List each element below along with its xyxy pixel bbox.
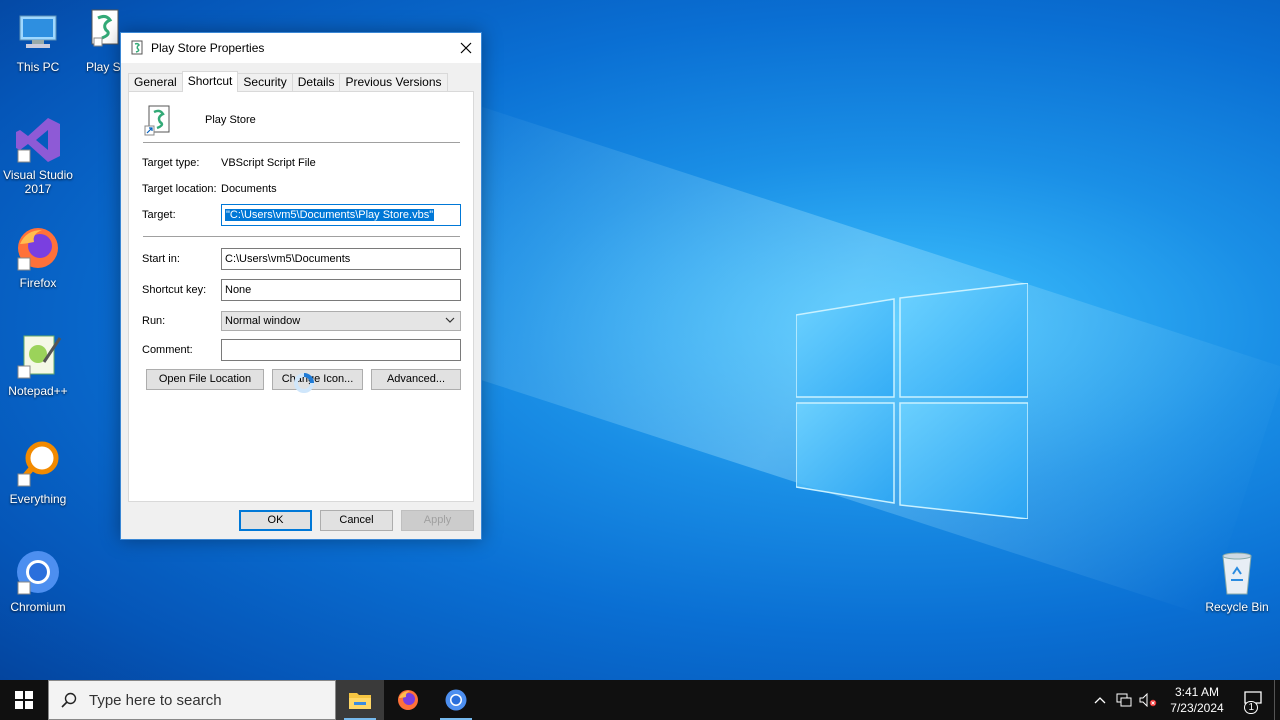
shortcut-key-field[interactable]: None	[221, 279, 461, 301]
desktop-icon-firefox[interactable]: Firefox	[0, 224, 76, 290]
dialog-title: Play Store Properties	[151, 41, 265, 55]
close-button[interactable]	[451, 33, 481, 63]
windows-start-icon	[15, 691, 33, 709]
clock-date: 7/23/2024	[1170, 701, 1224, 715]
start-in-label: Start in:	[142, 253, 180, 265]
target-field[interactable]: "C:\Users\vm5\Documents\Play Store.vbs"	[221, 204, 461, 226]
show-desktop-button[interactable]	[1274, 680, 1280, 720]
properties-dialog: Play Store Properties General Shortcut S…	[120, 32, 482, 540]
chevron-up-icon	[1094, 697, 1106, 704]
divider	[143, 236, 460, 237]
tab-general[interactable]: General	[128, 73, 183, 91]
tab-security[interactable]: Security	[237, 73, 293, 91]
firefox-icon	[398, 690, 418, 710]
taskbar-firefox[interactable]	[384, 680, 432, 720]
cancel-button[interactable]: Cancel	[320, 510, 393, 531]
run-label: Run:	[142, 315, 166, 327]
file-name: Play Store	[205, 114, 256, 126]
tab-details[interactable]: Details	[291, 73, 341, 91]
vbscript-file-icon	[131, 40, 143, 55]
target-label: Target:	[142, 209, 176, 221]
desktop-icon-chromium[interactable]: Chromium	[0, 548, 76, 614]
firefox-icon	[14, 224, 62, 272]
target-type-value: VBScript Script File	[221, 157, 316, 169]
desktop-icon-visual-studio[interactable]: Visual Studio 2017	[0, 116, 76, 196]
search-icon	[61, 692, 77, 708]
everything-search-icon	[14, 440, 62, 488]
open-file-location-button[interactable]: Open File Location	[146, 369, 264, 390]
comment-label: Comment:	[142, 344, 193, 356]
dialog-titlebar[interactable]: Play Store Properties	[121, 33, 481, 63]
recycle-bin-icon	[1213, 548, 1261, 596]
action-center-button[interactable]: 1	[1234, 680, 1274, 720]
visual-studio-icon	[14, 116, 62, 164]
shortcut-panel: Play Store Target type: VBScript Script …	[128, 91, 474, 502]
volume-tray-button[interactable]	[1136, 680, 1160, 720]
taskbar-search-box[interactable]: Type here to search	[48, 680, 336, 720]
taskbar: Type here to search 3:41 AM 7/23/2024 1	[0, 680, 1280, 720]
apply-button[interactable]: Apply	[401, 510, 474, 531]
comment-field[interactable]	[221, 339, 461, 361]
target-location-label: Target location:	[142, 183, 217, 195]
desktop-icon-notepadpp[interactable]: Notepad++	[0, 332, 76, 398]
windows-logo-wallpaper	[796, 283, 1028, 519]
network-icon	[1116, 693, 1132, 707]
desktop-icon-label: Everything	[9, 492, 67, 506]
shortcut-key-label: Shortcut key:	[142, 284, 207, 296]
file-type-icon	[143, 104, 175, 136]
desktop-icon-recycle-bin[interactable]: Recycle Bin	[1198, 548, 1276, 614]
show-hidden-icons-button[interactable]	[1088, 680, 1112, 720]
notification-count: 1	[1244, 701, 1258, 714]
busy-cursor-icon	[294, 373, 314, 393]
desktop-icon-label: Recycle Bin	[1205, 600, 1269, 614]
advanced-button[interactable]: Advanced...	[371, 369, 461, 390]
system-tray: 3:41 AM 7/23/2024 1	[1088, 680, 1280, 720]
run-select[interactable]: Normal window	[221, 311, 461, 331]
folder-icon	[349, 693, 371, 709]
divider	[143, 142, 460, 143]
desktop-icon-label: Chromium	[10, 600, 66, 614]
tab-shortcut[interactable]: Shortcut	[181, 71, 239, 92]
desktop-icon-label: Firefox	[19, 276, 57, 290]
close-icon	[460, 42, 472, 54]
taskbar-clock[interactable]: 3:41 AM 7/23/2024	[1160, 684, 1234, 716]
desktop-icon-this-pc[interactable]: This PC	[0, 8, 76, 74]
target-location-value: Documents	[221, 183, 277, 195]
volume-muted-icon	[1139, 693, 1157, 707]
desktop-icon-label: Visual Studio 2017	[3, 168, 73, 196]
notepadpp-icon	[14, 332, 62, 380]
desktop-icon-label: This PC	[16, 60, 60, 74]
ok-button[interactable]: OK	[239, 510, 312, 531]
desktop-icon-label: Notepad++	[8, 384, 68, 398]
target-field-selected-text: "C:\Users\vm5\Documents\Play Store.vbs"	[225, 209, 435, 221]
chromium-icon	[445, 689, 467, 711]
computer-icon	[14, 8, 62, 56]
search-placeholder: Type here to search	[89, 691, 222, 709]
taskbar-chromium[interactable]	[432, 680, 480, 720]
desktop-icon-everything[interactable]: Everything	[0, 440, 76, 506]
chevron-down-icon	[445, 317, 455, 323]
tab-previous-versions[interactable]: Previous Versions	[339, 73, 448, 91]
change-icon-button[interactable]: Change Icon...	[272, 369, 363, 390]
clock-time: 3:41 AM	[1174, 685, 1220, 699]
start-in-field[interactable]: C:\Users\vm5\Documents	[221, 248, 461, 270]
tab-strip: General Shortcut Security Details Previo…	[128, 71, 448, 92]
taskbar-file-explorer[interactable]	[336, 680, 384, 720]
target-type-label: Target type:	[142, 157, 200, 169]
chromium-icon	[14, 548, 62, 596]
run-select-value: Normal window	[225, 315, 301, 327]
start-button[interactable]	[0, 680, 48, 720]
network-tray-button[interactable]	[1112, 680, 1136, 720]
